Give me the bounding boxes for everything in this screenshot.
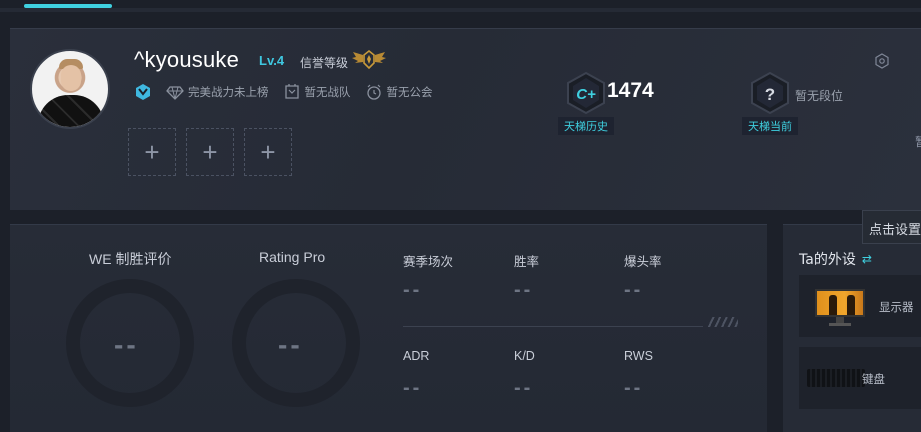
credit-label: 信誉等级 bbox=[300, 56, 349, 70]
meta-row: 完美战力未上榜 暂无战队 暂无公会 bbox=[134, 83, 433, 101]
gear-label-keyboard: 键盘 bbox=[862, 372, 885, 386]
stat-label-rws: RWS bbox=[624, 349, 653, 363]
settings-tooltip: 点击设置 bbox=[862, 210, 921, 244]
ladder-current-caption: 天梯当前 bbox=[742, 117, 798, 135]
avatar-face bbox=[61, 65, 81, 91]
avatar[interactable] bbox=[30, 49, 110, 129]
gear-panel: Ta的外设 ⇄ 显示器 键盘 bbox=[783, 224, 921, 432]
team-flag-icon bbox=[284, 84, 299, 99]
ladder-current[interactable]: ? 天梯当前 bbox=[742, 71, 798, 135]
hatch-decoration bbox=[708, 317, 738, 327]
gear-card-monitor[interactable]: 显示器 bbox=[799, 275, 921, 337]
stat-label-headshot: 爆头率 bbox=[624, 255, 662, 269]
stat-value-rws: -- bbox=[624, 377, 644, 399]
diamond-icon bbox=[166, 86, 184, 100]
power-rank-text: 完美战力未上榜 bbox=[188, 85, 269, 99]
rating-pro-value: -- bbox=[278, 329, 303, 360]
gear-title-text: Ta的外设 bbox=[799, 252, 856, 268]
keyboard-image bbox=[807, 369, 865, 387]
monitor-image bbox=[815, 289, 865, 317]
monitor-figure-right bbox=[847, 295, 855, 315]
gear-title: Ta的外设 ⇄ bbox=[799, 249, 872, 269]
stat-label-winrate: 胜率 bbox=[514, 255, 540, 269]
avatar-shirt bbox=[38, 95, 104, 127]
add-slot-3[interactable]: + bbox=[244, 128, 292, 176]
stat-value-kd: -- bbox=[514, 377, 534, 399]
edge-text: 暂 bbox=[915, 133, 921, 150]
perfect-logo-icon bbox=[136, 84, 150, 100]
we-rating-title: WE 制胜评价 bbox=[89, 251, 172, 267]
stat-label-kd: K/D bbox=[514, 349, 535, 363]
add-slot-2[interactable]: + bbox=[186, 128, 234, 176]
we-rating-value: -- bbox=[114, 329, 139, 360]
gear-label-monitor: 显示器 bbox=[879, 300, 914, 314]
stat-value-headshot: -- bbox=[624, 279, 644, 301]
stat-label-matches: 赛季场次 bbox=[403, 255, 454, 269]
credit-wings-icon[interactable] bbox=[350, 49, 388, 71]
guild-text: 暂无公会 bbox=[386, 85, 433, 99]
team-text: 暂无战队 bbox=[304, 85, 351, 99]
stats-divider bbox=[403, 326, 703, 327]
ladder-history-score: 1474 bbox=[607, 79, 654, 102]
profile-panel: ^kyousuke Lv.4 信誉等级 完美战力未上榜 暂无战队 暂无公会 + … bbox=[10, 28, 921, 210]
swap-icon[interactable]: ⇄ bbox=[862, 252, 872, 266]
guild-info: 暂无公会 bbox=[365, 83, 433, 101]
monitor-base bbox=[829, 323, 851, 326]
ladder-current-rank: 暂无段位 bbox=[795, 89, 844, 103]
guild-alarm-icon bbox=[366, 84, 381, 100]
power-rank: 完美战力未上榜 bbox=[166, 83, 269, 101]
stat-value-winrate: -- bbox=[514, 279, 534, 301]
stat-label-adr: ADR bbox=[403, 349, 430, 363]
stats-panel: WE 制胜评价 -- Rating Pro -- 赛季场次 -- 胜率 -- 爆… bbox=[10, 224, 767, 432]
rank-badge-text: C+ bbox=[576, 86, 596, 103]
add-slot-1[interactable]: + bbox=[128, 128, 176, 176]
rank-c-plus-icon: C+ bbox=[567, 71, 605, 115]
top-strip bbox=[0, 8, 921, 12]
rank-unknown-icon: ? bbox=[751, 71, 789, 115]
monitor-figure-left bbox=[829, 295, 837, 315]
team-info: 暂无战队 bbox=[283, 83, 351, 101]
username: ^kyousuke bbox=[134, 47, 240, 72]
rating-pro-title: Rating Pro bbox=[259, 249, 326, 265]
settings-gear-icon[interactable] bbox=[874, 53, 890, 69]
stat-value-adr: -- bbox=[403, 377, 423, 399]
rank-unknown-text: ? bbox=[765, 85, 775, 104]
ladder-history-caption: 天梯历史 bbox=[558, 117, 614, 135]
stat-value-matches: -- bbox=[403, 279, 423, 301]
gear-card-keyboard[interactable]: 键盘 bbox=[799, 347, 921, 409]
level-badge: Lv.4 bbox=[259, 53, 285, 68]
ladder-history[interactable]: C+ 天梯历史 bbox=[558, 71, 614, 135]
